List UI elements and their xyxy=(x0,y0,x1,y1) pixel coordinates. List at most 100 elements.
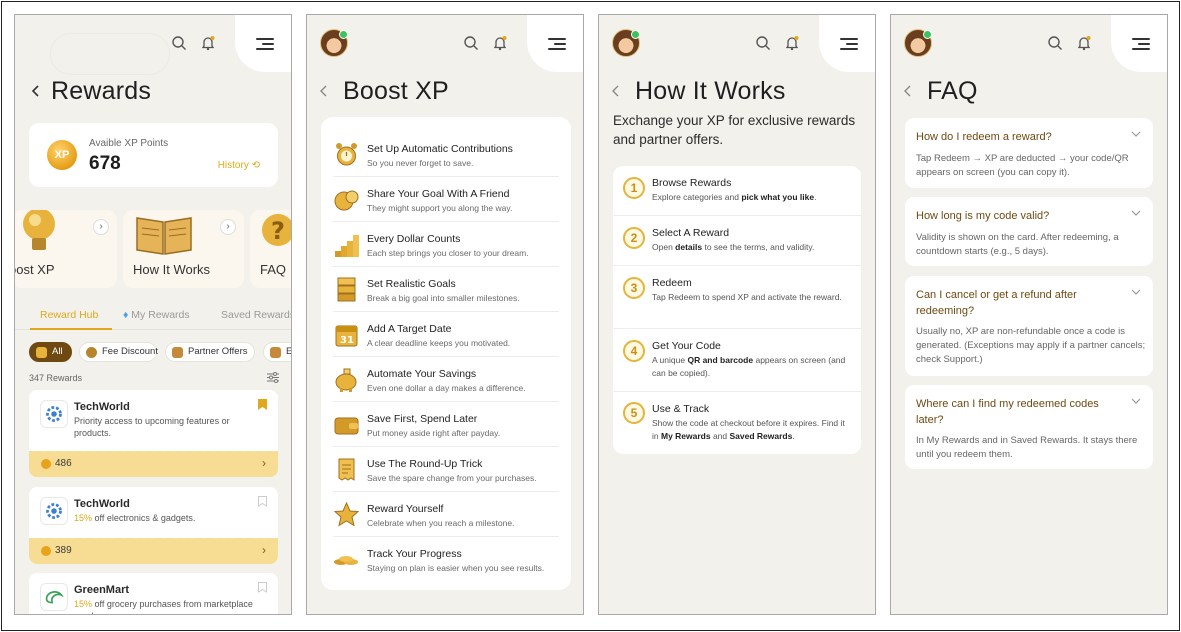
question-mark-icon: ? xyxy=(262,214,291,246)
alarm-clock-icon xyxy=(336,143,357,166)
faq-answer: Tap Redeem → XP are deducted → your code… xyxy=(916,153,1129,178)
back-arrow-icon[interactable] xyxy=(29,84,43,98)
boost-tip-subtitle: They might support you along the way. xyxy=(367,203,513,213)
faq-question: How long is my code valid? xyxy=(916,210,1050,222)
faq-item[interactable]: Where can I find my redeemed codes later… xyxy=(905,385,1153,469)
boost-tip-title: Set Realistic Goals xyxy=(367,278,456,290)
boost-tip-subtitle: Staying on plan is easier when you see r… xyxy=(367,563,545,573)
reward-title: TechWorld xyxy=(74,498,130,510)
tile-faq[interactable]: ? FAQ xyxy=(250,210,291,288)
tile-label: How It Works xyxy=(133,262,211,277)
boost-tip-item[interactable]: 31 Add A Target Date A clear deadline keep… xyxy=(333,312,559,357)
search-icon[interactable] xyxy=(463,35,479,51)
search-icon[interactable] xyxy=(171,35,187,51)
tile-boost-xp[interactable]: › oost XP xyxy=(15,210,117,288)
boost-tip-item[interactable]: Set Realistic Goals Break a big goal into… xyxy=(333,267,559,312)
boost-tip-item[interactable]: Share Your Goal With A Friend They might … xyxy=(333,177,559,222)
bookmark-outline-icon[interactable] xyxy=(258,496,267,507)
search-icon[interactable] xyxy=(755,35,771,51)
chip-fee-discount[interactable]: Fee Discount xyxy=(79,342,158,362)
step-number-badge: 4 xyxy=(623,340,645,362)
how-it-works-screen: How It Works Exchange your XP for exclus… xyxy=(598,14,876,615)
step-number-badge: 5 xyxy=(623,402,645,424)
tile-label: oost XP xyxy=(15,262,55,277)
step-title: Get Your Code xyxy=(652,340,721,352)
wallet-icon xyxy=(334,417,359,435)
piggy-bank-icon xyxy=(335,368,357,392)
avatar[interactable] xyxy=(612,29,640,57)
bell-icon[interactable] xyxy=(492,35,508,51)
reward-desc-text: Priority access to upcoming features or … xyxy=(74,416,230,438)
back-arrow-icon[interactable] xyxy=(901,84,915,98)
menu-icon[interactable] xyxy=(840,38,858,50)
step-title: Redeem xyxy=(652,277,692,289)
faq-item[interactable]: Can I cancel or get a refund after redee… xyxy=(905,276,1153,376)
boost-tip-item[interactable]: Use The Round-Up Trick Save the spare cha… xyxy=(333,447,559,492)
search-icon[interactable] xyxy=(1047,35,1063,51)
rewards-count-row: 347 Rewards xyxy=(29,372,279,383)
chevron-right-icon: › xyxy=(262,456,266,470)
bookmark-outline-icon[interactable] xyxy=(258,582,267,593)
step-desc: Open details to see the terms, and valid… xyxy=(652,242,815,252)
back-arrow-icon[interactable] xyxy=(609,84,623,98)
back-arrow-icon[interactable] xyxy=(317,84,331,98)
reward-card[interactable]: TechWorld Priority access to upcoming fe… xyxy=(29,390,278,477)
rising-stairs-icon xyxy=(335,235,359,257)
tab-saved-rewards[interactable]: Saved Rewards xyxy=(221,309,291,321)
boost-tip-subtitle: Each step brings you closer to your drea… xyxy=(367,248,529,258)
reward-card[interactable]: GreenMart 15% off grocery purchases from… xyxy=(29,573,278,614)
faq-item[interactable]: How do I redeem a reward? Tap Redeem → X… xyxy=(905,118,1153,188)
boost-tip-title: Track Your Progress xyxy=(367,548,462,560)
menu-icon[interactable] xyxy=(548,38,566,50)
diamond-icon: ♦ xyxy=(123,309,129,321)
avatar[interactable] xyxy=(320,29,348,57)
filter-chips: All Fee Discount Partner Offers E xyxy=(29,342,291,362)
reward-title: GreenMart xyxy=(74,584,130,596)
history-link[interactable]: History ⟲ xyxy=(218,160,260,171)
boost-tip-item[interactable]: Save First, Spend Later Put money aside r… xyxy=(333,402,559,447)
boost-tip-item[interactable]: Automate Your Savings Even one dollar a d… xyxy=(333,357,559,402)
chevron-right-icon: › xyxy=(262,543,266,557)
boost-tip-item[interactable]: Track Your Progress Staying on plan is ea… xyxy=(333,537,559,582)
boost-tip-item[interactable]: Every Dollar Counts Each step brings you … xyxy=(333,222,559,267)
chip-label: All xyxy=(52,346,63,357)
bookmark-filled-icon[interactable] xyxy=(258,399,267,410)
chip-all[interactable]: All xyxy=(29,342,72,362)
reward-title: TechWorld xyxy=(74,401,130,413)
boost-tip-item[interactable]: Reward Yourself Celebrate when you reach … xyxy=(333,492,559,537)
faq-item[interactable]: How long is my code valid? Validity is s… xyxy=(905,197,1153,266)
step-desc: Tap Redeem to spend XP and activate the … xyxy=(652,292,842,302)
svg-text:31: 31 xyxy=(340,335,354,346)
bell-icon[interactable] xyxy=(1076,35,1092,51)
tab-reward-hub[interactable]: Reward Hub xyxy=(40,309,98,321)
chip-partner-offers[interactable]: Partner Offers xyxy=(165,342,255,362)
chip-label: Fee Discount xyxy=(102,346,158,357)
step-row: 5 Use & Track Show the code at checkout … xyxy=(613,392,861,454)
menu-icon[interactable] xyxy=(1132,38,1150,50)
grid-icon xyxy=(36,347,47,358)
step-row: 1 Browse Rewards Explore categories and … xyxy=(613,166,861,216)
history-icon: ⟲ xyxy=(251,160,260,171)
bell-icon[interactable] xyxy=(784,35,800,51)
chip-more[interactable]: E xyxy=(263,342,291,362)
stacked-blocks-icon xyxy=(337,277,356,302)
reward-desc-text: off electronics & gadgets. xyxy=(92,513,196,523)
shortcut-tiles: › oost XP › How It Works ? FAQ xyxy=(15,210,291,288)
reward-points: 486 xyxy=(55,458,72,469)
calendar-icon: 31 xyxy=(335,325,358,347)
filter-icon[interactable] xyxy=(267,372,279,383)
reward-footer: 389 › xyxy=(29,534,278,564)
step-desc: Show the code at checkout before it expi… xyxy=(652,418,845,441)
bell-icon[interactable] xyxy=(200,35,216,51)
xp-label: Avaible XP Points xyxy=(89,138,169,149)
boost-tip-item[interactable]: Set Up Automatic Contributions So you nev… xyxy=(333,132,559,177)
reward-card[interactable]: TechWorld 15% off electronics & gadgets.… xyxy=(29,487,278,564)
tile-how-it-works[interactable]: › How It Works xyxy=(123,210,244,288)
menu-icon[interactable] xyxy=(256,38,274,50)
avatar[interactable] xyxy=(904,29,932,57)
tab-my-rewards[interactable]: ♦ My Rewards xyxy=(123,309,190,321)
boost-tip-subtitle: A clear deadline keeps you motivated. xyxy=(367,338,511,348)
reward-footer: 486 › xyxy=(29,447,278,477)
reward-desc: 15% off electronics & gadgets. xyxy=(74,512,254,524)
boost-tip-title: Add A Target Date xyxy=(367,323,452,335)
